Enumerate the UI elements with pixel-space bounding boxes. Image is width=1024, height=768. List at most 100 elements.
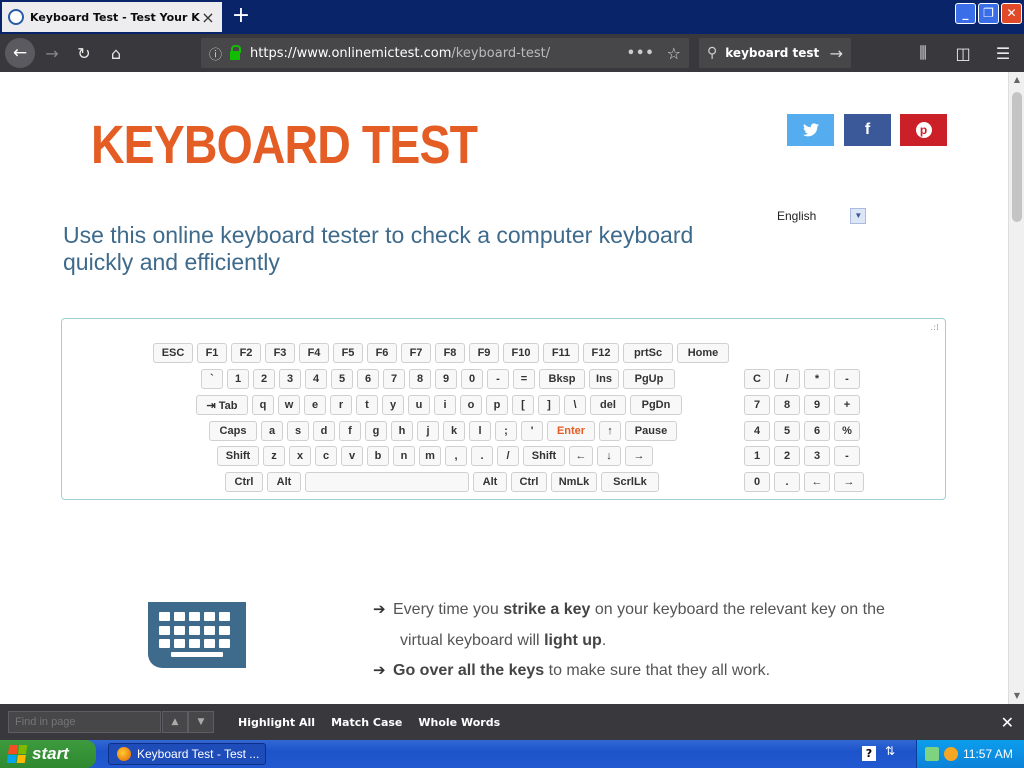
key-sym1[interactable]: / [774, 369, 800, 389]
key-f7[interactable]: F7 [401, 343, 431, 363]
key-sym3[interactable]: - [834, 369, 860, 389]
key-f10[interactable]: F10 [503, 343, 539, 363]
taskbar-firefox-item[interactable]: Keyboard Test - Test ... [108, 743, 266, 765]
key-3[interactable]: 3 [804, 446, 830, 466]
key-sym8[interactable]: , [445, 446, 467, 466]
minimize-button[interactable]: _ [955, 3, 976, 24]
key-r[interactable]: r [330, 395, 352, 415]
key-sym3[interactable]: - [834, 446, 860, 466]
url-text[interactable]: https://www.onlinemictest.com/keyboard-t… [250, 46, 619, 61]
page-actions-icon[interactable]: ••• [627, 46, 655, 61]
key-f6[interactable]: F6 [367, 343, 397, 363]
find-next-icon[interactable]: ▼ [188, 711, 214, 733]
facebook-share-button[interactable]: f [844, 114, 891, 146]
key-f3[interactable]: F3 [265, 343, 295, 363]
key-space[interactable] [305, 472, 469, 492]
key-enter[interactable]: Enter [547, 421, 595, 441]
key-caps[interactable]: Caps [209, 421, 257, 441]
key-c[interactable]: C [744, 369, 770, 389]
key-4[interactable]: 4 [744, 421, 770, 441]
key-8[interactable]: 8 [409, 369, 431, 389]
key-sym14[interactable]: → [625, 446, 653, 466]
key-sym0[interactable]: ` [201, 369, 223, 389]
key-f1[interactable]: F1 [197, 343, 227, 363]
key-w[interactable]: w [278, 395, 300, 415]
key-f2[interactable]: F2 [231, 343, 261, 363]
key-bksp[interactable]: Bksp [539, 369, 585, 389]
key-j[interactable]: j [417, 421, 439, 441]
scroll-up-icon[interactable]: ▲ [1009, 72, 1024, 88]
key-sym12[interactable]: = [513, 369, 535, 389]
tray-app-icon[interactable] [925, 747, 939, 761]
key-ctrl[interactable]: Ctrl [511, 472, 547, 492]
key-c[interactable]: c [315, 446, 337, 466]
key-pgup[interactable]: PgUp [623, 369, 675, 389]
key-2[interactable]: 2 [774, 446, 800, 466]
reload-button[interactable]: ↻ [69, 38, 99, 68]
forward-button[interactable]: → [37, 38, 67, 68]
whole-words-toggle[interactable]: Whole Words [418, 716, 500, 729]
key-sym3[interactable]: % [834, 421, 860, 441]
search-bar[interactable]: ⚲ keyboard test → [699, 38, 851, 68]
key-d[interactable]: d [313, 421, 335, 441]
tray-search-icon[interactable] [944, 747, 958, 761]
start-button[interactable]: start [0, 740, 96, 768]
key-sym13[interactable]: ↓ [597, 446, 621, 466]
find-input[interactable] [8, 711, 161, 733]
key-4[interactable]: 4 [305, 369, 327, 389]
key-sym12[interactable]: ← [569, 446, 593, 466]
key-v[interactable]: v [341, 446, 363, 466]
key-0[interactable]: 0 [461, 369, 483, 389]
key-7[interactable]: 7 [744, 395, 770, 415]
key-h[interactable]: h [391, 421, 413, 441]
key-sym1[interactable]: . [774, 472, 800, 492]
key-1[interactable]: 1 [227, 369, 249, 389]
key-shift[interactable]: Shift [217, 446, 259, 466]
key-del[interactable]: del [590, 395, 626, 415]
restore-button[interactable]: ❐ [978, 3, 999, 24]
key-alt[interactable]: Alt [267, 472, 301, 492]
highlight-all-toggle[interactable]: Highlight All [238, 716, 315, 729]
key-z[interactable]: z [263, 446, 285, 466]
new-tab-button[interactable]: + [228, 4, 254, 30]
key-e[interactable]: e [304, 395, 326, 415]
key-l[interactable]: l [469, 421, 491, 441]
key-5[interactable]: 5 [331, 369, 353, 389]
address-bar[interactable]: ⓘ https://www.onlinemictest.com/keyboard… [201, 38, 689, 68]
resize-grip-icon[interactable]: .:⁞ [930, 323, 939, 333]
key-tab[interactable]: ⇥ Tab [196, 395, 248, 415]
key-sym12[interactable]: ] [538, 395, 560, 415]
key-sym11[interactable]: ' [521, 421, 543, 441]
help-icon[interactable]: ? [862, 746, 876, 761]
key-alt[interactable]: Alt [473, 472, 507, 492]
key-home[interactable]: Home [677, 343, 729, 363]
key-a[interactable]: a [261, 421, 283, 441]
key-prtsc[interactable]: prtSc [623, 343, 673, 363]
match-case-toggle[interactable]: Match Case [331, 716, 402, 729]
key-s[interactable]: s [287, 421, 309, 441]
library-icon[interactable]: ⫼ [908, 38, 938, 68]
key-sym2[interactable]: ← [804, 472, 830, 492]
key-sym11[interactable]: [ [512, 395, 534, 415]
key-scrllk[interactable]: ScrlLk [601, 472, 659, 492]
key-n[interactable]: n [393, 446, 415, 466]
key-f8[interactable]: F8 [435, 343, 465, 363]
key-3[interactable]: 3 [279, 369, 301, 389]
language-select[interactable]: English ▼ [777, 208, 867, 224]
browser-tab[interactable]: Keyboard Test - Test Your Keyboar × [2, 2, 222, 32]
key-m[interactable]: m [419, 446, 441, 466]
close-window-button[interactable]: ✕ [1001, 3, 1022, 24]
key-u[interactable]: u [408, 395, 430, 415]
key-nmlk[interactable]: NmLk [551, 472, 597, 492]
key-ctrl[interactable]: Ctrl [225, 472, 263, 492]
key-pgdn[interactable]: PgDn [630, 395, 682, 415]
key-b[interactable]: b [367, 446, 389, 466]
key-sym9[interactable]: . [471, 446, 493, 466]
scroll-thumb[interactable] [1012, 92, 1022, 222]
key-sym3[interactable]: + [834, 395, 860, 415]
key-k[interactable]: k [443, 421, 465, 441]
key-f12[interactable]: F12 [583, 343, 619, 363]
search-input[interactable]: keyboard test [725, 46, 829, 60]
key-y[interactable]: y [382, 395, 404, 415]
key-2[interactable]: 2 [253, 369, 275, 389]
